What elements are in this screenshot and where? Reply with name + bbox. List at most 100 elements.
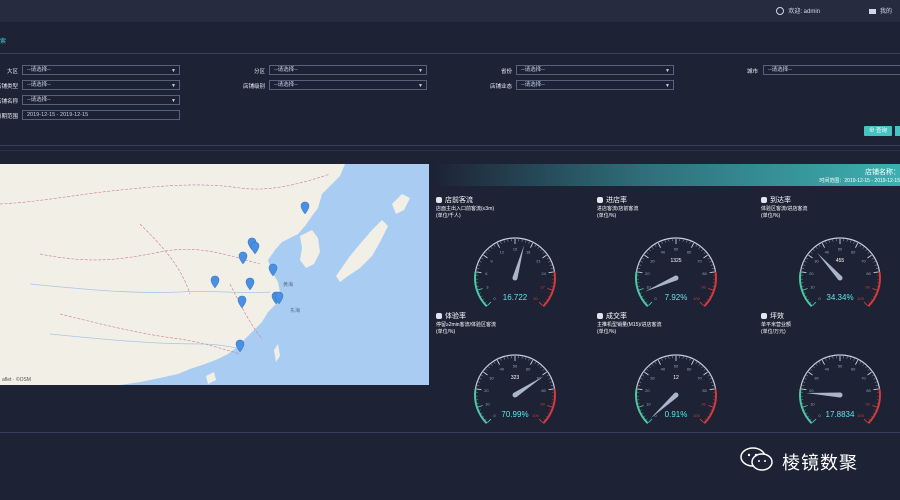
gauge-tick-label: 70 — [697, 375, 702, 380]
gauge-tick — [821, 243, 825, 248]
gauge-tick — [543, 418, 546, 421]
store-map[interactable]: 黄海 东海 aflet · ©OSM — [0, 164, 429, 385]
gauge-tick-label: 40 — [825, 250, 830, 255]
gauge-tick — [641, 412, 644, 414]
gauge-tick — [548, 261, 551, 263]
gauge-tick-label: 20 — [809, 388, 814, 393]
korea-peninsula — [300, 230, 320, 268]
gauge-tick — [810, 369, 813, 371]
gauge-tick — [802, 405, 808, 408]
gauge-unit: (单位/%) — [597, 329, 617, 335]
gauge-tick — [801, 271, 807, 274]
land-area — [0, 164, 345, 385]
gauge-tick — [545, 415, 548, 418]
chevron-down-icon: ▼ — [665, 68, 670, 74]
gauge-tick — [689, 358, 691, 361]
store-format-select[interactable]: --请选择-- ▼ — [516, 80, 674, 90]
gauge-dial: 0102030405060708090100120.91% — [635, 354, 717, 424]
gauge-unit: (单位/万元) — [761, 329, 786, 335]
gauge-tick-label: 100 — [857, 296, 864, 301]
gauge-tick — [708, 412, 711, 414]
gauge-tick-label: 40 — [661, 250, 666, 255]
gauge-dial: 0 3 6 9 12 15 18 21 24 27 30 16.722 — [474, 237, 556, 307]
gauge-tick — [534, 361, 537, 364]
panel-header: 店铺名称： 时间范围：2019-12-15 - 2019-12-15 — [432, 164, 900, 186]
mine-menu[interactable]: 我的 — [868, 6, 892, 15]
gauge-tick — [865, 366, 867, 369]
region-select[interactable]: --请选择-- ▼ — [22, 65, 180, 75]
gauge-value: 0.91% — [665, 410, 688, 419]
gauge-tick — [802, 288, 808, 291]
gauge-tick — [868, 418, 871, 421]
gauge-tick — [699, 418, 704, 423]
gauge-tick — [649, 366, 651, 369]
gauge-tick — [488, 249, 490, 252]
gauge-tick — [648, 301, 653, 306]
gauge-tick — [645, 301, 648, 304]
filter-label-store-name: 店铺名称 — [0, 99, 18, 105]
store-name-select[interactable]: --请选择-- ▼ — [22, 95, 180, 105]
gauge-tick — [871, 374, 874, 377]
gauge-dial: 010203040506070809010032370.99% — [474, 354, 556, 424]
gauge-tick-label: 80 — [702, 388, 707, 393]
gauge-unit: (单位/%) — [597, 213, 617, 219]
gauge-tick-label: 100 — [532, 413, 539, 418]
reset-button[interactable] — [895, 126, 900, 136]
gauge-tick-label: 100 — [857, 413, 864, 418]
gauge-tick — [695, 244, 698, 247]
store-type-select[interactable]: --请选择-- ▼ — [22, 80, 180, 90]
gauge-tick — [546, 374, 549, 377]
gauge-tick — [643, 298, 646, 301]
gauge-title-text: 坪效 — [770, 313, 784, 320]
chevron-down-icon: ▼ — [171, 83, 176, 89]
gauge-tick — [487, 418, 492, 423]
gauge-tick — [867, 252, 870, 254]
gauge-tick — [481, 374, 484, 377]
gauge-title: 到达率 — [761, 195, 791, 205]
breadcrumb: 索 — [0, 39, 7, 45]
gauge-tick — [493, 361, 496, 364]
gauge-tick-label: 40 — [825, 367, 830, 372]
gauge-tick — [708, 288, 714, 291]
subregion-select[interactable]: --请选择-- ▼ — [269, 65, 427, 75]
gauge-tick-label: 60 — [526, 367, 531, 372]
gauge-tick — [641, 295, 644, 297]
gauge-tick — [686, 357, 688, 360]
hainan-island — [206, 372, 216, 384]
gauge-tick — [818, 361, 821, 364]
gauge-tick — [815, 247, 818, 249]
date-range-input[interactable]: 2019-12-15 - 2019-12-15 — [22, 110, 180, 120]
gauge-hub — [673, 392, 679, 398]
gauge-desc-line: 体验区客流/进店客流 — [761, 206, 808, 212]
gauge-tick-label: 0 — [493, 296, 496, 301]
gauge-tick-label: 90 — [540, 401, 545, 406]
gauge-tick-label: 60 — [851, 250, 856, 255]
gauge-title: 坪效 — [761, 311, 784, 321]
gauge-tick — [540, 249, 542, 252]
gauge-tick — [644, 254, 649, 259]
gauge-tick — [821, 360, 825, 365]
province-select[interactable]: --请选择-- ▼ — [516, 65, 674, 75]
gauge-desc-line: 进店客流/店前客流 — [597, 206, 639, 212]
gauge-tick — [701, 366, 703, 369]
store-level-select[interactable]: --请选择-- ▼ — [269, 80, 427, 90]
user-menu[interactable]: 欢迎: admin — [776, 6, 820, 16]
gauge-center-label: 455 — [836, 258, 845, 264]
gauge-tick — [545, 298, 548, 301]
gauge-tick — [657, 360, 661, 365]
gauge-description: 单平米营业额 (单位/万元) — [761, 322, 791, 336]
gauge-tick-label: 27 — [540, 284, 545, 289]
gauge-tick — [651, 364, 654, 366]
gauge-tick-label: 9 — [490, 258, 493, 263]
gauge-tick — [496, 243, 500, 248]
query-button[interactable]: ⊕ 查询 — [864, 126, 892, 136]
gauge-tick — [863, 418, 868, 423]
map-pin — [235, 339, 245, 353]
map-attribution[interactable]: aflet · ©OSM — [2, 377, 31, 383]
gauge-tick-label: 20 — [809, 271, 814, 276]
gauge-tick — [808, 371, 813, 376]
city-select[interactable]: --请选择-- — [763, 65, 900, 75]
gauge-tick — [871, 257, 874, 260]
gauge-tick — [874, 264, 877, 266]
gauge-value: 17.8834 — [826, 410, 855, 419]
